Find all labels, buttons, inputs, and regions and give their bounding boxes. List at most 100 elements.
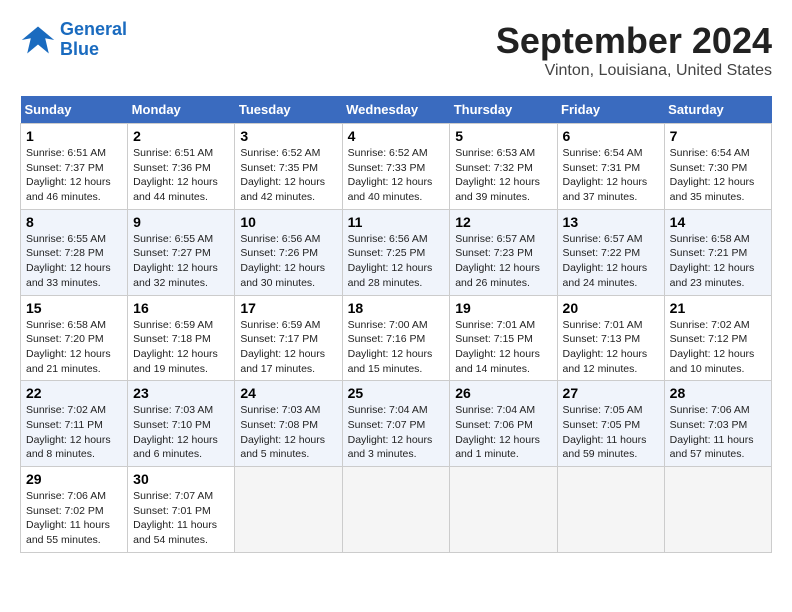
calendar-day-cell: 24 Sunrise: 7:03 AM Sunset: 7:08 PM Dayli… (235, 381, 342, 467)
day-info: Sunrise: 7:02 AM Sunset: 7:12 PM Dayligh… (670, 318, 766, 377)
page-header: General Blue September 2024 Vinton, Loui… (20, 20, 772, 80)
calendar-day-cell: 15Sunrise: 6:58 AM Sunset: 7:20 PM Dayli… (21, 295, 128, 381)
calendar-day-cell: 28Sunrise: 7:06 AM Sunset: 7:03 PM Dayli… (664, 381, 771, 467)
calendar-day-cell: 18 Sunrise: 7:00 AM Sunset: 7:16 PM Dayli… (342, 295, 450, 381)
day-number: 19 (455, 300, 551, 316)
day-info: Sunrise: 6:57 AM Sunset: 7:23 PM Dayligh… (455, 232, 551, 291)
calendar-day-cell: 3Sunrise: 6:52 AM Sunset: 7:35 PM Daylig… (235, 124, 342, 210)
day-number: 17 (240, 300, 336, 316)
calendar-week-row: 8 Sunrise: 6:55 AM Sunset: 7:28 PM Daylig… (21, 209, 772, 295)
calendar-day-cell: 20Sunrise: 7:01 AM Sunset: 7:13 PM Dayli… (557, 295, 664, 381)
day-number: 26 (455, 385, 551, 401)
calendar-day-cell: 19 Sunrise: 7:01 AM Sunset: 7:15 PM Dayli… (450, 295, 557, 381)
calendar-week-row: 1 Sunrise: 6:51 AM Sunset: 7:37 PM Daylig… (21, 124, 772, 210)
day-info: Sunrise: 7:05 AM Sunset: 7:05 PM Dayligh… (563, 403, 659, 462)
day-info: Sunrise: 7:01 AM Sunset: 7:13 PM Dayligh… (563, 318, 659, 377)
day-number: 13 (563, 214, 659, 230)
empty-cell (450, 467, 557, 553)
day-info: Sunrise: 6:59 AM Sunset: 7:17 PM Dayligh… (240, 318, 336, 377)
day-info: Sunrise: 7:03 AM Sunset: 7:10 PM Dayligh… (133, 403, 229, 462)
logo-text: General Blue (60, 20, 127, 60)
page-title: September 2024 (496, 20, 772, 62)
day-info: Sunrise: 7:02 AM Sunset: 7:11 PM Dayligh… (26, 403, 122, 462)
weekday-header-thursday: Thursday (450, 96, 557, 124)
day-info: Sunrise: 6:59 AM Sunset: 7:18 PM Dayligh… (133, 318, 229, 377)
day-number: 29 (26, 471, 122, 487)
day-number: 25 (348, 385, 445, 401)
day-number: 14 (670, 214, 766, 230)
calendar-day-cell: 27 Sunrise: 7:05 AM Sunset: 7:05 PM Dayli… (557, 381, 664, 467)
empty-cell (235, 467, 342, 553)
calendar-table: SundayMondayTuesdayWednesdayThursdayFrid… (20, 96, 772, 553)
weekday-header-friday: Friday (557, 96, 664, 124)
weekday-header-sunday: Sunday (21, 96, 128, 124)
calendar-day-cell: 12 Sunrise: 6:57 AM Sunset: 7:23 PM Dayli… (450, 209, 557, 295)
calendar-week-row: 29 Sunrise: 7:06 AM Sunset: 7:02 PM Dayli… (21, 467, 772, 553)
day-info: Sunrise: 7:06 AM Sunset: 7:02 PM Dayligh… (26, 489, 122, 548)
calendar-day-cell: 11Sunrise: 6:56 AM Sunset: 7:25 PM Dayli… (342, 209, 450, 295)
day-info: Sunrise: 6:52 AM Sunset: 7:33 PM Dayligh… (348, 146, 445, 205)
logo: General Blue (20, 20, 127, 60)
calendar-day-cell: 25Sunrise: 7:04 AM Sunset: 7:07 PM Dayli… (342, 381, 450, 467)
calendar-day-cell: 5 Sunrise: 6:53 AM Sunset: 7:32 PM Daylig… (450, 124, 557, 210)
day-info: Sunrise: 6:54 AM Sunset: 7:31 PM Dayligh… (563, 146, 659, 205)
day-info: Sunrise: 7:04 AM Sunset: 7:06 PM Dayligh… (455, 403, 551, 462)
day-info: Sunrise: 7:00 AM Sunset: 7:16 PM Dayligh… (348, 318, 445, 377)
day-info: Sunrise: 7:03 AM Sunset: 7:08 PM Dayligh… (240, 403, 336, 462)
empty-cell (664, 467, 771, 553)
day-number: 10 (240, 214, 336, 230)
day-number: 3 (240, 128, 336, 144)
weekday-header-wednesday: Wednesday (342, 96, 450, 124)
calendar-day-cell: 30 Sunrise: 7:07 AM Sunset: 7:01 PM Dayli… (128, 467, 235, 553)
day-number: 23 (133, 385, 229, 401)
day-number: 7 (670, 128, 766, 144)
calendar-day-cell: 6 Sunrise: 6:54 AM Sunset: 7:31 PM Daylig… (557, 124, 664, 210)
day-info: Sunrise: 6:58 AM Sunset: 7:20 PM Dayligh… (26, 318, 122, 377)
weekday-header-monday: Monday (128, 96, 235, 124)
day-number: 16 (133, 300, 229, 316)
calendar-week-row: 22 Sunrise: 7:02 AM Sunset: 7:11 PM Dayli… (21, 381, 772, 467)
calendar-day-cell: 21Sunrise: 7:02 AM Sunset: 7:12 PM Dayli… (664, 295, 771, 381)
day-info: Sunrise: 7:07 AM Sunset: 7:01 PM Dayligh… (133, 489, 229, 548)
empty-cell (342, 467, 450, 553)
weekday-header-tuesday: Tuesday (235, 96, 342, 124)
day-info: Sunrise: 6:51 AM Sunset: 7:36 PM Dayligh… (133, 146, 229, 205)
day-info: Sunrise: 6:56 AM Sunset: 7:25 PM Dayligh… (348, 232, 445, 291)
day-number: 24 (240, 385, 336, 401)
calendar-day-cell: 4 Sunrise: 6:52 AM Sunset: 7:33 PM Daylig… (342, 124, 450, 210)
day-number: 22 (26, 385, 122, 401)
calendar-day-cell: 23 Sunrise: 7:03 AM Sunset: 7:10 PM Dayli… (128, 381, 235, 467)
empty-cell (557, 467, 664, 553)
day-info: Sunrise: 6:55 AM Sunset: 7:27 PM Dayligh… (133, 232, 229, 291)
day-number: 4 (348, 128, 445, 144)
day-info: Sunrise: 6:53 AM Sunset: 7:32 PM Dayligh… (455, 146, 551, 205)
day-number: 9 (133, 214, 229, 230)
day-number: 5 (455, 128, 551, 144)
calendar-day-cell: 16 Sunrise: 6:59 AM Sunset: 7:18 PM Dayli… (128, 295, 235, 381)
weekday-header-saturday: Saturday (664, 96, 771, 124)
day-info: Sunrise: 6:56 AM Sunset: 7:26 PM Dayligh… (240, 232, 336, 291)
day-number: 8 (26, 214, 122, 230)
day-info: Sunrise: 6:55 AM Sunset: 7:28 PM Dayligh… (26, 232, 122, 291)
day-number: 12 (455, 214, 551, 230)
day-info: Sunrise: 6:54 AM Sunset: 7:30 PM Dayligh… (670, 146, 766, 205)
calendar-day-cell: 13 Sunrise: 6:57 AM Sunset: 7:22 PM Dayli… (557, 209, 664, 295)
logo-icon (20, 22, 56, 58)
day-number: 1 (26, 128, 122, 144)
title-block: September 2024 Vinton, Louisiana, United… (496, 20, 772, 80)
day-number: 28 (670, 385, 766, 401)
day-number: 27 (563, 385, 659, 401)
calendar-day-cell: 7 Sunrise: 6:54 AM Sunset: 7:30 PM Daylig… (664, 124, 771, 210)
day-number: 6 (563, 128, 659, 144)
calendar-day-cell: 8 Sunrise: 6:55 AM Sunset: 7:28 PM Daylig… (21, 209, 128, 295)
day-info: Sunrise: 6:57 AM Sunset: 7:22 PM Dayligh… (563, 232, 659, 291)
day-info: Sunrise: 6:51 AM Sunset: 7:37 PM Dayligh… (26, 146, 122, 205)
day-info: Sunrise: 6:58 AM Sunset: 7:21 PM Dayligh… (670, 232, 766, 291)
calendar-week-row: 15Sunrise: 6:58 AM Sunset: 7:20 PM Dayli… (21, 295, 772, 381)
day-info: Sunrise: 7:01 AM Sunset: 7:15 PM Dayligh… (455, 318, 551, 377)
day-number: 2 (133, 128, 229, 144)
calendar-header-row: SundayMondayTuesdayWednesdayThursdayFrid… (21, 96, 772, 124)
calendar-day-cell: 26 Sunrise: 7:04 AM Sunset: 7:06 PM Dayli… (450, 381, 557, 467)
day-number: 30 (133, 471, 229, 487)
day-number: 18 (348, 300, 445, 316)
